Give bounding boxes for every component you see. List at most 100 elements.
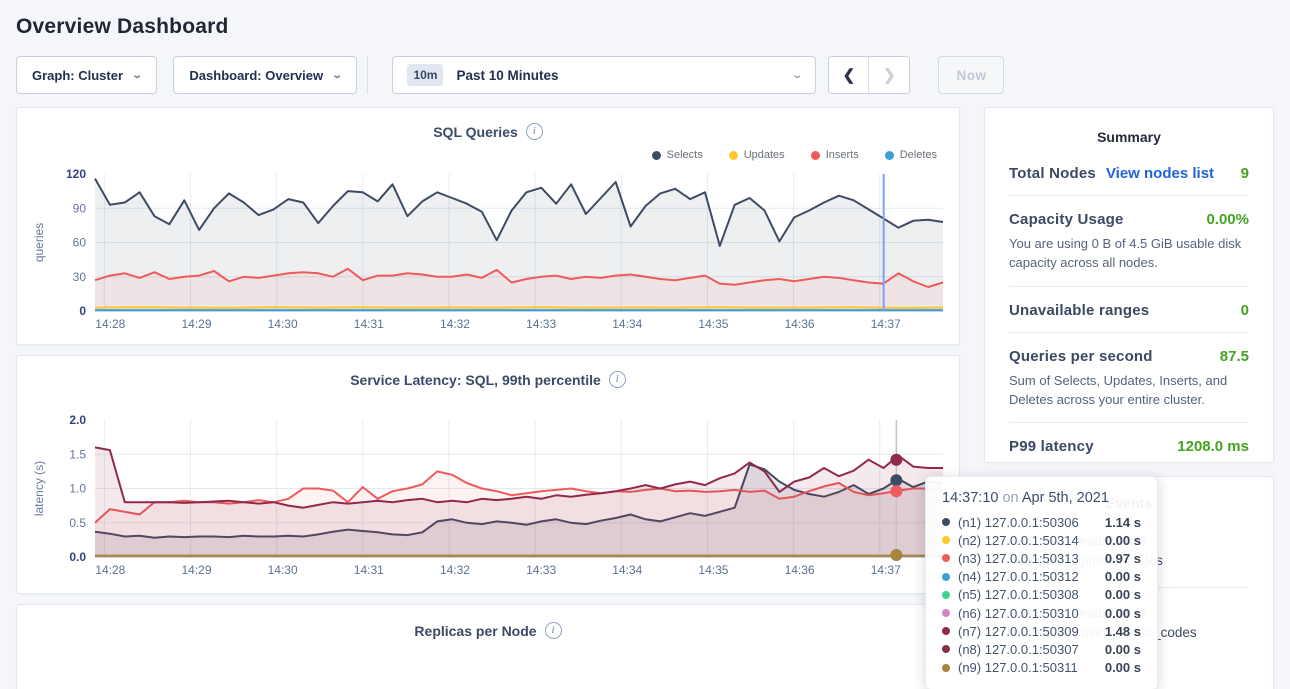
legend-dot <box>652 151 661 160</box>
node-color-dot <box>942 518 950 526</box>
svg-text:latency (s): latency (s) <box>32 461 46 516</box>
chevron-down-icon: ⌄ <box>791 70 803 81</box>
node-color-dot <box>942 536 950 544</box>
time-range-picker[interactable]: 10m Past 10 Minutes ⌄ <box>392 56 816 94</box>
chart-title: Replicas per Node <box>414 623 536 639</box>
svg-text:14:31: 14:31 <box>354 563 384 577</box>
tooltip-row: (n3) 127.0.0.1:503130.97 s <box>942 549 1141 567</box>
chevron-down-icon: ⌄ <box>131 70 143 81</box>
svg-text:14:28: 14:28 <box>95 317 125 331</box>
svg-text:0.0: 0.0 <box>69 550 86 564</box>
svg-text:14:35: 14:35 <box>698 317 728 331</box>
summary-label: Unavailable ranges <box>1009 302 1149 319</box>
sql-queries-chart[interactable]: 030609012014:2814:2914:3014:3114:3214:33… <box>27 164 947 336</box>
summary-value: 87.5 <box>1220 348 1249 365</box>
summary-label: P99 latency <box>1009 438 1094 455</box>
svg-text:90: 90 <box>73 201 87 215</box>
time-next-button: ❯ <box>869 57 909 93</box>
controls-divider <box>367 56 368 94</box>
node-color-dot <box>942 591 950 599</box>
summary-title: Summary <box>1009 129 1249 145</box>
summary-item-p99-latency: P99 latency 1208.0 ms <box>1009 423 1249 463</box>
summary-desc: Sum of Selects, Updates, Inserts, and De… <box>1009 372 1249 410</box>
page-title: Overview Dashboard <box>0 0 1290 39</box>
svg-text:2.0: 2.0 <box>69 413 86 427</box>
dashboard-controls: Graph: Cluster ⌄ Dashboard: Overview ⌄ 1… <box>16 56 1274 94</box>
graph-scope-dropdown[interactable]: Graph: Cluster ⌄ <box>16 56 157 94</box>
service-latency-chart[interactable]: 0.00.51.01.52.014:2814:2914:3014:3114:32… <box>27 410 947 582</box>
svg-text:120: 120 <box>66 167 86 181</box>
summary-label: Capacity Usage <box>1009 211 1124 228</box>
info-icon[interactable]: i <box>609 371 626 388</box>
svg-text:1.5: 1.5 <box>69 447 86 461</box>
summary-item-queries-per-second: Queries per second 87.5 Sum of Selects, … <box>1009 333 1249 424</box>
svg-text:14:32: 14:32 <box>440 317 470 331</box>
summary-label: Queries per second <box>1009 348 1153 365</box>
dashboard-select-dropdown[interactable]: Dashboard: Overview ⌄ <box>173 56 357 94</box>
svg-text:14:29: 14:29 <box>181 317 211 331</box>
summary-value: 1208.0 ms <box>1177 438 1249 455</box>
summary-panel: Summary Total Nodes View nodes list 9 Ca… <box>984 107 1274 463</box>
info-icon[interactable]: i <box>545 622 562 639</box>
legend-item-deletes[interactable]: Deletes <box>885 148 937 162</box>
legend-dot <box>729 151 738 160</box>
svg-text:14:30: 14:30 <box>268 317 298 331</box>
tooltip-row: (n9) 127.0.0.1:503110.00 s <box>942 659 1141 677</box>
chart-title: Service Latency: SQL, 99th percentile <box>350 372 601 388</box>
node-color-dot <box>942 664 950 672</box>
dashboard-select-label: Dashboard: Overview <box>189 68 323 83</box>
svg-text:0.5: 0.5 <box>69 516 86 530</box>
node-color-dot <box>942 627 950 635</box>
svg-text:0: 0 <box>79 304 86 318</box>
tooltip-row: (n5) 127.0.0.1:503080.00 s <box>942 586 1141 604</box>
node-color-dot <box>942 609 950 617</box>
now-button: Now <box>938 56 1004 94</box>
svg-text:14:31: 14:31 <box>354 317 384 331</box>
legend-dot <box>885 151 894 160</box>
legend-item-inserts[interactable]: Inserts <box>811 148 859 162</box>
tooltip-timestamp: 14:37:10 on Apr 5th, 2021 <box>942 490 1141 506</box>
summary-label: Total Nodes <box>1009 165 1096 182</box>
svg-text:queries: queries <box>32 223 46 262</box>
info-icon[interactable]: i <box>526 123 543 140</box>
summary-value: 0 <box>1241 302 1249 319</box>
node-color-dot <box>942 573 950 581</box>
summary-desc: You are using 0 B of 4.5 GiB usable disk… <box>1009 235 1249 273</box>
tooltip-row: (n8) 127.0.0.1:503070.00 s <box>942 640 1141 658</box>
tooltip-row: (n4) 127.0.0.1:503120.00 s <box>942 568 1141 586</box>
chart-hover-tooltip: 14:37:10 on Apr 5th, 2021 (n1) 127.0.0.1… <box>925 476 1158 689</box>
svg-text:14:32: 14:32 <box>440 563 470 577</box>
node-color-dot <box>942 554 950 562</box>
service-latency-card: Service Latency: SQL, 99th percentile i … <box>16 355 960 594</box>
chevron-down-icon: ⌄ <box>331 70 343 81</box>
graph-scope-label: Graph: Cluster <box>32 68 123 83</box>
view-nodes-list-link[interactable]: View nodes list <box>1106 165 1214 182</box>
svg-text:14:37: 14:37 <box>871 317 901 331</box>
legend-dot <box>811 151 820 160</box>
svg-text:14:34: 14:34 <box>612 317 642 331</box>
replicas-per-node-card: Replicas per Node i <box>16 604 960 689</box>
overview-dashboard-page: Overview Dashboard Graph: Cluster ⌄ Dash… <box>0 0 1290 689</box>
svg-text:14:36: 14:36 <box>785 563 815 577</box>
node-color-dot <box>942 645 950 653</box>
charts-column: SQL Queries i Selects Updates Inserts De… <box>16 107 960 689</box>
time-prev-button[interactable]: ❮ <box>829 57 869 93</box>
tooltip-row: (n6) 127.0.0.1:503100.00 s <box>942 604 1141 622</box>
svg-text:14:30: 14:30 <box>268 563 298 577</box>
summary-item-unavailable-ranges: Unavailable ranges 0 <box>1009 287 1249 333</box>
svg-text:14:33: 14:33 <box>526 563 556 577</box>
time-range-badge: 10m <box>407 64 443 86</box>
svg-text:14:37: 14:37 <box>871 563 901 577</box>
svg-text:14:36: 14:36 <box>785 317 815 331</box>
summary-value: 0.00% <box>1206 211 1249 228</box>
legend-item-updates[interactable]: Updates <box>729 148 785 162</box>
time-nav-group: ❮ ❯ <box>828 56 910 94</box>
svg-text:14:29: 14:29 <box>181 563 211 577</box>
svg-text:14:33: 14:33 <box>526 317 556 331</box>
svg-text:14:34: 14:34 <box>612 563 642 577</box>
svg-text:1.0: 1.0 <box>69 482 86 496</box>
chart-title: SQL Queries <box>433 124 518 140</box>
legend-item-selects[interactable]: Selects <box>652 148 703 162</box>
summary-item-capacity-usage: Capacity Usage 0.00% You are using 0 B o… <box>1009 196 1249 287</box>
time-range-label: Past 10 Minutes <box>456 68 558 83</box>
